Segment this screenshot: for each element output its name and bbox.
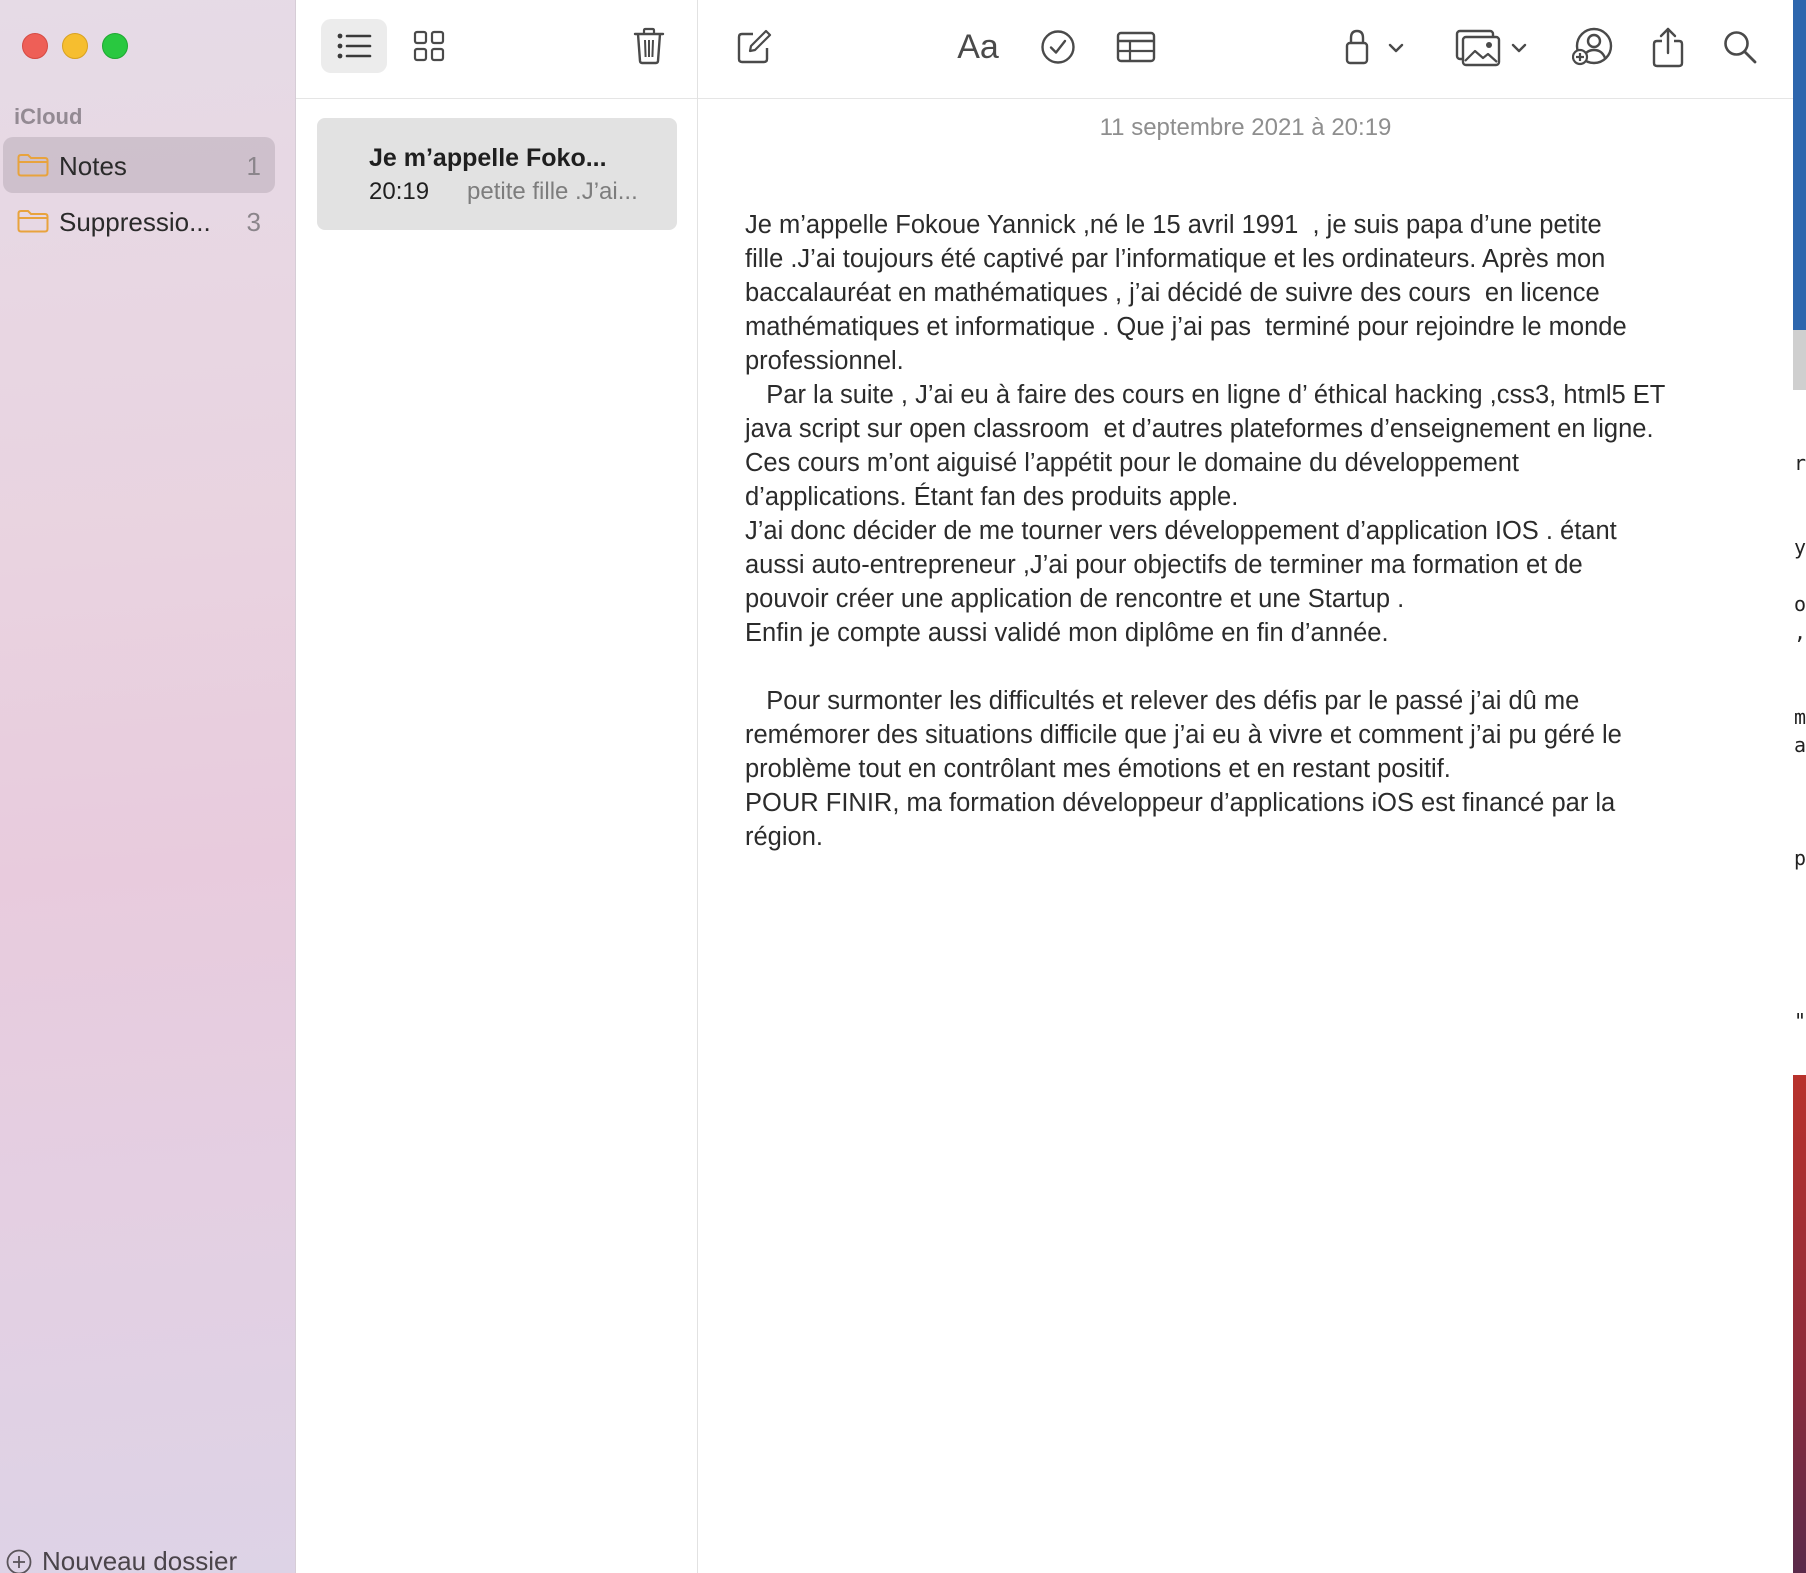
editor-toolbar: Aa bbox=[698, 0, 1793, 99]
folder-icon bbox=[17, 209, 49, 233]
new-note-button[interactable] bbox=[729, 22, 779, 72]
sidebar-folder-deleted[interactable]: Suppressio... 3 bbox=[3, 193, 275, 249]
list-view-icon bbox=[337, 33, 372, 59]
gallery-view-button[interactable] bbox=[401, 19, 457, 73]
compose-icon bbox=[737, 29, 772, 64]
list-view-button[interactable] bbox=[321, 19, 387, 73]
edge-glyph: , bbox=[1794, 620, 1806, 644]
folder-count: 3 bbox=[246, 207, 261, 237]
note-title: Je m’appelle Foko... bbox=[369, 144, 607, 172]
lock-icon bbox=[1345, 29, 1404, 65]
new-folder-label: Nouveau dossier bbox=[42, 1546, 238, 1573]
note-list-item[interactable]: Je m’appelle Foko... 20:19 petite fille … bbox=[317, 118, 677, 230]
trash-icon bbox=[633, 27, 665, 65]
share-icon bbox=[1652, 27, 1684, 68]
search-button[interactable] bbox=[1715, 22, 1765, 72]
folder-name: Notes bbox=[59, 151, 127, 181]
edge-glyph: y bbox=[1794, 535, 1806, 559]
gallery-view-icon bbox=[413, 30, 445, 62]
background-window-edge: r y o , m a p " bbox=[1793, 0, 1806, 1573]
delete-note-button[interactable] bbox=[621, 19, 677, 73]
edge-glyph: p bbox=[1794, 846, 1806, 870]
search-icon bbox=[1724, 31, 1757, 64]
notes-window: iCloud Notes 1 Suppressio... 3 Nouveau d… bbox=[0, 0, 1793, 1573]
close-window-button[interactable] bbox=[22, 33, 48, 59]
new-folder-button[interactable]: Nouveau dossier bbox=[6, 1546, 237, 1573]
folder-count: 1 bbox=[246, 151, 261, 181]
edge-glyph: r bbox=[1794, 451, 1806, 475]
edge-blue-region bbox=[1793, 0, 1806, 330]
sidebar-section-label: iCloud bbox=[14, 104, 83, 129]
format-button[interactable]: Aa bbox=[950, 22, 1006, 72]
media-icon bbox=[1455, 29, 1527, 67]
format-icon: Aa bbox=[957, 27, 999, 66]
checklist-button[interactable] bbox=[1033, 22, 1083, 72]
collaborate-icon bbox=[1572, 27, 1613, 66]
edge-glyph: o bbox=[1794, 592, 1806, 616]
notes-list-column: Je m’appelle Foko... 20:19 petite fille … bbox=[296, 0, 698, 1573]
checklist-icon bbox=[1041, 30, 1075, 64]
note-time: 20:19 bbox=[369, 178, 430, 205]
edge-glyph: m bbox=[1794, 705, 1806, 729]
sidebar: iCloud Notes 1 Suppressio... 3 Nouveau d… bbox=[0, 0, 296, 1573]
edge-gray-region bbox=[1793, 330, 1806, 390]
edge-red-region bbox=[1793, 1075, 1806, 1573]
edge-glyph: " bbox=[1794, 1009, 1806, 1033]
list-toolbar bbox=[296, 0, 697, 99]
maximize-window-button[interactable] bbox=[102, 33, 128, 59]
folder-icon bbox=[17, 153, 49, 177]
folder-name: Suppressio... bbox=[59, 207, 211, 237]
add-media-button[interactable] bbox=[1453, 22, 1533, 72]
sidebar-folder-notes[interactable]: Notes 1 bbox=[3, 137, 275, 193]
lock-note-button[interactable] bbox=[1340, 22, 1412, 72]
note-date: 11 septembre 2021 à 20:19 bbox=[1099, 114, 1392, 141]
add-people-button[interactable] bbox=[1565, 22, 1621, 72]
plus-circle-icon bbox=[6, 1549, 32, 1573]
note-body-text[interactable]: Je m’appelle Fokoue Yannick ,né le 15 av… bbox=[745, 208, 1775, 854]
edge-glyph: a bbox=[1794, 733, 1806, 757]
minimize-window-button[interactable] bbox=[62, 33, 88, 59]
note-editor: Aa 11 septembre 2021 à 20:19 Je m’appell… bbox=[698, 0, 1793, 1573]
share-button[interactable] bbox=[1643, 20, 1693, 74]
note-preview: petite fille .J’ai... bbox=[467, 178, 638, 205]
table-icon bbox=[1116, 31, 1156, 63]
table-button[interactable] bbox=[1109, 22, 1163, 72]
